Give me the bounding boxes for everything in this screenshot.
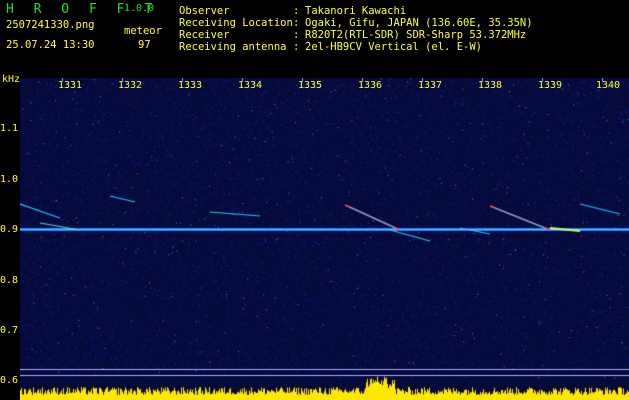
field-label-observer: Observer xyxy=(179,5,230,17)
x-tick-label: 1333 xyxy=(178,80,203,91)
x-tick-label: 1337 xyxy=(418,80,443,91)
field-label-location: Receiving Location xyxy=(179,17,293,29)
spectrogram-plot xyxy=(20,78,629,400)
y-axis-unit: kHz xyxy=(2,74,21,85)
y-tick-label: 1.0 xyxy=(0,174,19,185)
field-separator: : xyxy=(293,41,300,53)
y-tick-label: 1.1 xyxy=(0,123,19,134)
x-tick-label: 1336 xyxy=(358,80,383,91)
field-separator: : xyxy=(293,17,300,29)
field-label-antenna: Receiving antenna xyxy=(179,41,287,53)
y-tick-label: 0.8 xyxy=(0,275,19,286)
field-separator: : xyxy=(293,5,300,17)
meteor-label: meteor xyxy=(124,25,162,37)
x-tick-label: 1334 xyxy=(238,80,263,91)
x-tick-label: 1332 xyxy=(118,80,143,91)
filename-text: 2507241330.png xyxy=(6,19,95,31)
meteor-count: 97 xyxy=(138,39,151,51)
field-value-location: Ogaki, Gifu, JAPAN (136.60E, 35.35N) xyxy=(305,17,533,29)
field-value-antenna: 2el-HB9CV Vertical (el. E-W) xyxy=(305,41,483,53)
app-version: 1.0.0 xyxy=(124,3,155,14)
header-panel: H R O F F T 1.0.0 2507241330.png 25.07.2… xyxy=(0,0,629,70)
x-tick-label: 1335 xyxy=(298,80,323,91)
field-value-observer: Takanori Kawachi xyxy=(305,5,407,17)
y-tick-label: 0.7 xyxy=(0,325,19,336)
y-tick-label: 0.6 xyxy=(0,375,19,386)
x-tick-label: 1331 xyxy=(58,80,83,91)
datetime-text: 25.07.24 13:30 xyxy=(6,39,95,51)
x-tick-label: 1339 xyxy=(538,80,563,91)
field-label-receiver: Receiver xyxy=(179,29,230,41)
spectrogram-canvas xyxy=(20,78,629,400)
y-tick-label: 0.9 xyxy=(0,224,19,235)
x-tick-label: 1338 xyxy=(478,80,503,91)
field-separator: : xyxy=(293,29,300,41)
x-tick-label: 1340 xyxy=(596,80,621,91)
field-value-receiver: R820T2(RTL-SDR) SDR-Sharp 53.372MHz xyxy=(305,29,527,41)
